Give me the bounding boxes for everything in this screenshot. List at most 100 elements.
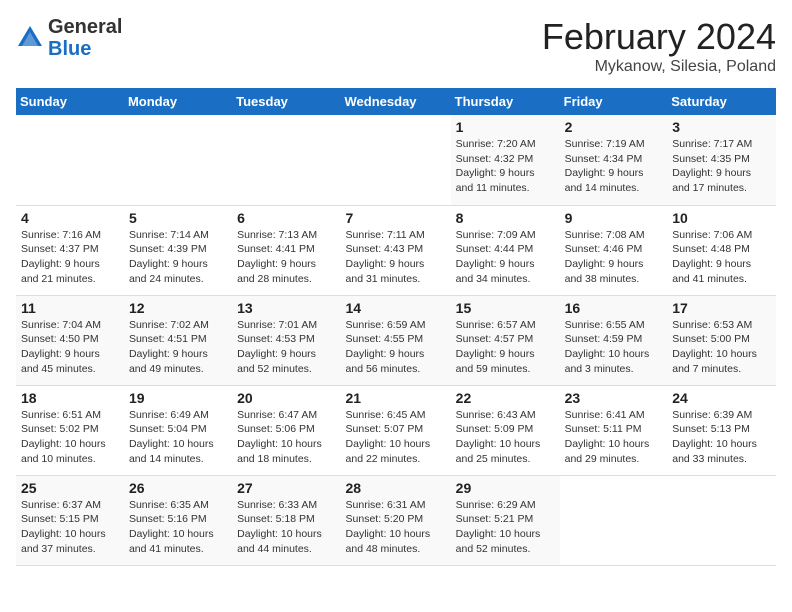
day-info: Sunrise: 6:59 AM Sunset: 4:55 PM Dayligh… xyxy=(346,318,446,377)
calendar-cell: 18 Sunrise: 6:51 AM Sunset: 5:02 PM Dayli… xyxy=(16,385,124,475)
logo-general: General xyxy=(48,16,122,38)
day-number: 9 xyxy=(565,210,663,226)
calendar-cell: 17 Sunrise: 6:53 AM Sunset: 5:00 PM Dayli… xyxy=(667,295,776,385)
day-info: Sunrise: 7:04 AM Sunset: 4:50 PM Dayligh… xyxy=(21,318,119,377)
day-info: Sunrise: 7:11 AM Sunset: 4:43 PM Dayligh… xyxy=(346,228,446,287)
day-info: Sunrise: 7:13 AM Sunset: 4:41 PM Dayligh… xyxy=(237,228,335,287)
calendar-cell: 22 Sunrise: 6:43 AM Sunset: 5:09 PM Dayli… xyxy=(451,385,560,475)
day-number: 8 xyxy=(456,210,555,226)
day-number: 5 xyxy=(129,210,227,226)
day-number: 6 xyxy=(237,210,335,226)
calendar-cell: 11 Sunrise: 7:04 AM Sunset: 4:50 PM Dayli… xyxy=(16,295,124,385)
logo-blue: Blue xyxy=(48,38,91,60)
calendar-cell xyxy=(232,115,340,205)
day-info: Sunrise: 7:14 AM Sunset: 4:39 PM Dayligh… xyxy=(129,228,227,287)
weekday-header-thursday: Thursday xyxy=(451,88,560,115)
location-title: Mykanow, Silesia, Poland xyxy=(542,58,776,76)
logo-icon xyxy=(16,24,44,52)
calendar-cell: 26 Sunrise: 6:35 AM Sunset: 5:16 PM Dayli… xyxy=(124,475,232,565)
day-number: 1 xyxy=(456,119,555,135)
calendar-cell: 5 Sunrise: 7:14 AM Sunset: 4:39 PM Daylig… xyxy=(124,205,232,295)
day-info: Sunrise: 6:33 AM Sunset: 5:18 PM Dayligh… xyxy=(237,498,335,557)
day-number: 4 xyxy=(21,210,119,226)
weekday-header-row: SundayMondayTuesdayWednesdayThursdayFrid… xyxy=(16,88,776,115)
day-number: 26 xyxy=(129,480,227,496)
weekday-header-monday: Monday xyxy=(124,88,232,115)
day-number: 20 xyxy=(237,390,335,406)
calendar-cell: 20 Sunrise: 6:47 AM Sunset: 5:06 PM Dayli… xyxy=(232,385,340,475)
month-title: February 2024 xyxy=(542,16,776,58)
day-number: 19 xyxy=(129,390,227,406)
calendar-week-row: 25 Sunrise: 6:37 AM Sunset: 5:15 PM Dayli… xyxy=(16,475,776,565)
logo-text: General Blue xyxy=(48,16,122,60)
day-number: 18 xyxy=(21,390,119,406)
day-number: 10 xyxy=(672,210,771,226)
day-number: 27 xyxy=(237,480,335,496)
day-info: Sunrise: 7:01 AM Sunset: 4:53 PM Dayligh… xyxy=(237,318,335,377)
calendar-cell: 7 Sunrise: 7:11 AM Sunset: 4:43 PM Daylig… xyxy=(341,205,451,295)
day-info: Sunrise: 7:06 AM Sunset: 4:48 PM Dayligh… xyxy=(672,228,771,287)
day-number: 15 xyxy=(456,300,555,316)
day-number: 11 xyxy=(21,300,119,316)
day-info: Sunrise: 6:39 AM Sunset: 5:13 PM Dayligh… xyxy=(672,408,771,467)
day-number: 16 xyxy=(565,300,663,316)
weekday-header-saturday: Saturday xyxy=(667,88,776,115)
day-info: Sunrise: 6:51 AM Sunset: 5:02 PM Dayligh… xyxy=(21,408,119,467)
day-number: 21 xyxy=(346,390,446,406)
weekday-header-friday: Friday xyxy=(560,88,668,115)
day-number: 24 xyxy=(672,390,771,406)
day-info: Sunrise: 6:35 AM Sunset: 5:16 PM Dayligh… xyxy=(129,498,227,557)
day-info: Sunrise: 6:45 AM Sunset: 5:07 PM Dayligh… xyxy=(346,408,446,467)
day-info: Sunrise: 7:02 AM Sunset: 4:51 PM Dayligh… xyxy=(129,318,227,377)
calendar-cell: 24 Sunrise: 6:39 AM Sunset: 5:13 PM Dayli… xyxy=(667,385,776,475)
day-info: Sunrise: 6:57 AM Sunset: 4:57 PM Dayligh… xyxy=(456,318,555,377)
calendar-cell xyxy=(124,115,232,205)
day-info: Sunrise: 7:17 AM Sunset: 4:35 PM Dayligh… xyxy=(672,137,771,196)
calendar-cell: 2Sunrise: 7:19 AM Sunset: 4:34 PM Daylig… xyxy=(560,115,668,205)
day-number: 13 xyxy=(237,300,335,316)
calendar-cell xyxy=(560,475,668,565)
calendar-cell xyxy=(667,475,776,565)
calendar-cell: 1Sunrise: 7:20 AM Sunset: 4:32 PM Daylig… xyxy=(451,115,560,205)
calendar-cell: 10 Sunrise: 7:06 AM Sunset: 4:48 PM Dayli… xyxy=(667,205,776,295)
calendar-cell: 8 Sunrise: 7:09 AM Sunset: 4:44 PM Daylig… xyxy=(451,205,560,295)
calendar-cell: 9Sunrise: 7:08 AM Sunset: 4:46 PM Daylig… xyxy=(560,205,668,295)
day-number: 28 xyxy=(346,480,446,496)
title-block: February 2024 Mykanow, Silesia, Poland xyxy=(542,16,776,76)
day-number: 22 xyxy=(456,390,555,406)
weekday-header-wednesday: Wednesday xyxy=(341,88,451,115)
day-info: Sunrise: 6:47 AM Sunset: 5:06 PM Dayligh… xyxy=(237,408,335,467)
day-number: 7 xyxy=(346,210,446,226)
day-number: 25 xyxy=(21,480,119,496)
day-info: Sunrise: 6:31 AM Sunset: 5:20 PM Dayligh… xyxy=(346,498,446,557)
day-info: Sunrise: 6:37 AM Sunset: 5:15 PM Dayligh… xyxy=(21,498,119,557)
calendar-cell: 16 Sunrise: 6:55 AM Sunset: 4:59 PM Dayli… xyxy=(560,295,668,385)
day-info: Sunrise: 6:43 AM Sunset: 5:09 PM Dayligh… xyxy=(456,408,555,467)
calendar-cell: 3Sunrise: 7:17 AM Sunset: 4:35 PM Daylig… xyxy=(667,115,776,205)
logo: General Blue xyxy=(16,16,122,60)
day-info: Sunrise: 6:41 AM Sunset: 5:11 PM Dayligh… xyxy=(565,408,663,467)
calendar-table: SundayMondayTuesdayWednesdayThursdayFrid… xyxy=(16,88,776,566)
calendar-cell: 28 Sunrise: 6:31 AM Sunset: 5:20 PM Dayli… xyxy=(341,475,451,565)
calendar-cell: 14 Sunrise: 6:59 AM Sunset: 4:55 PM Dayli… xyxy=(341,295,451,385)
day-info: Sunrise: 7:19 AM Sunset: 4:34 PM Dayligh… xyxy=(565,137,663,196)
calendar-cell xyxy=(16,115,124,205)
day-number: 23 xyxy=(565,390,663,406)
calendar-cell: 4Sunrise: 7:16 AM Sunset: 4:37 PM Daylig… xyxy=(16,205,124,295)
calendar-cell: 6 Sunrise: 7:13 AM Sunset: 4:41 PM Daylig… xyxy=(232,205,340,295)
calendar-cell: 23 Sunrise: 6:41 AM Sunset: 5:11 PM Dayli… xyxy=(560,385,668,475)
day-number: 29 xyxy=(456,480,555,496)
day-info: Sunrise: 6:53 AM Sunset: 5:00 PM Dayligh… xyxy=(672,318,771,377)
calendar-cell: 19 Sunrise: 6:49 AM Sunset: 5:04 PM Dayli… xyxy=(124,385,232,475)
page-header: General Blue February 2024 Mykanow, Sile… xyxy=(16,16,776,76)
calendar-cell: 21 Sunrise: 6:45 AM Sunset: 5:07 PM Dayli… xyxy=(341,385,451,475)
day-info: Sunrise: 6:55 AM Sunset: 4:59 PM Dayligh… xyxy=(565,318,663,377)
day-number: 14 xyxy=(346,300,446,316)
calendar-cell xyxy=(341,115,451,205)
calendar-cell: 15 Sunrise: 6:57 AM Sunset: 4:57 PM Dayli… xyxy=(451,295,560,385)
day-info: Sunrise: 7:09 AM Sunset: 4:44 PM Dayligh… xyxy=(456,228,555,287)
calendar-cell: 13 Sunrise: 7:01 AM Sunset: 4:53 PM Dayli… xyxy=(232,295,340,385)
day-number: 17 xyxy=(672,300,771,316)
calendar-cell: 25 Sunrise: 6:37 AM Sunset: 5:15 PM Dayli… xyxy=(16,475,124,565)
day-info: Sunrise: 6:49 AM Sunset: 5:04 PM Dayligh… xyxy=(129,408,227,467)
